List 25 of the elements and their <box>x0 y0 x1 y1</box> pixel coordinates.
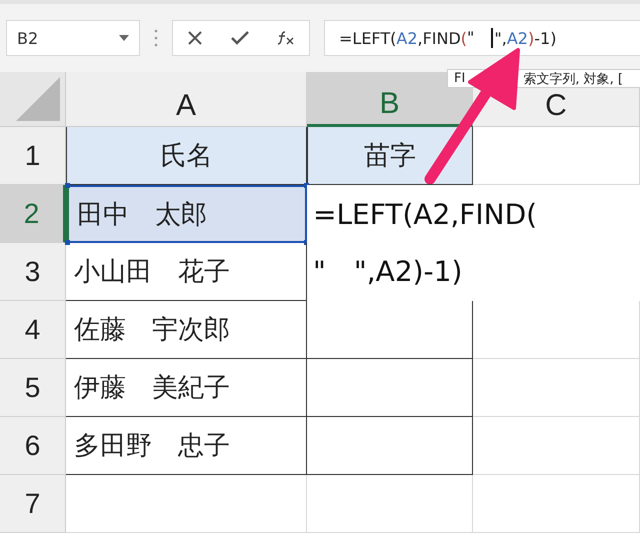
name-box[interactable]: B2 <box>6 20 140 56</box>
row-header[interactable]: 5 <box>0 359 66 417</box>
table-cell: 多田野 忠子 <box>66 417 307 475</box>
row-header[interactable]: 2 <box>0 185 66 243</box>
function-icon[interactable] <box>277 31 295 45</box>
cancel-icon[interactable] <box>187 30 203 46</box>
dropdown-caret-icon[interactable] <box>119 35 129 41</box>
tooltip-text: FI <box>454 71 466 86</box>
column-header[interactable]: A <box>66 72 307 127</box>
cell-formula-text[interactable]: " ",A2)-1) <box>307 243 462 301</box>
row-header[interactable]: 7 <box>0 475 66 533</box>
table-cell: 田中 太郎 <box>66 185 307 243</box>
row-header[interactable]: 1 <box>0 127 66 185</box>
cell-formula-text[interactable]: =LEFT(A2,FIND( <box>307 185 538 243</box>
row-header[interactable]: 4 <box>0 301 66 359</box>
tooltip-text: 索文字列, 対象, [ <box>523 70 623 88</box>
formula-input-field[interactable]: =LEFT(A2,FIND(" ",A2)-1) <box>324 20 640 56</box>
table-cell: 氏名 <box>66 127 307 185</box>
row-header[interactable]: 3 <box>0 243 66 301</box>
table-cell: 伊藤 美紀子 <box>66 359 307 417</box>
grip-icon <box>154 29 158 47</box>
row-header[interactable]: 6 <box>0 417 66 475</box>
table-cell: 苗字 <box>307 127 473 185</box>
check-icon[interactable] <box>231 31 249 45</box>
table-cell: 佐藤 宇次郎 <box>66 301 307 359</box>
